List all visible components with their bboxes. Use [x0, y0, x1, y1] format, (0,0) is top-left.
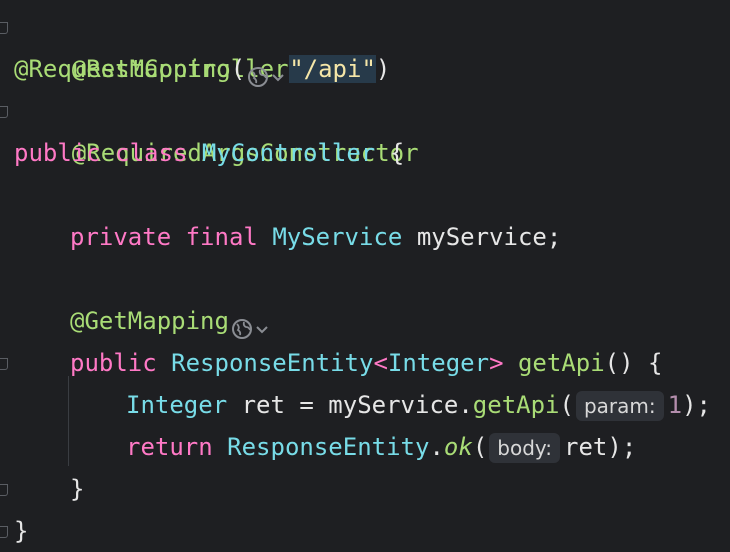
globe-icon[interactable] [247, 59, 269, 87]
chevron-down-icon[interactable] [255, 311, 269, 334]
code-line-6: private final MyService myService; [14, 216, 561, 258]
static-method[interactable]: ok [444, 433, 473, 461]
keyword-public: public [70, 349, 157, 377]
request-mapping-value[interactable]: "/api" [289, 55, 376, 83]
code-line-8: @GetMapping [14, 300, 273, 342]
paren-open: ( [559, 391, 574, 419]
paren-open: ( [230, 55, 246, 83]
chevron-down-icon[interactable] [271, 59, 285, 82]
annotation-get-mapping: @GetMapping [70, 307, 229, 335]
fold-marker[interactable] [0, 526, 8, 538]
dot: . [429, 433, 444, 461]
code-line-13: } [14, 510, 28, 552]
keyword-return: return [126, 433, 213, 461]
annotation-request-mapping: @RequestMapping [14, 55, 231, 83]
code-line-9: public ResponseEntity<Integer> getApi() … [14, 342, 662, 384]
field-name[interactable]: myService; [417, 223, 562, 251]
method-call[interactable]: getApi [473, 391, 560, 419]
gutter [0, 0, 12, 550]
generic-type[interactable]: Integer [388, 349, 489, 377]
code-line-10: Integer ret = myService.getApi(param: 1); [14, 384, 711, 426]
code-line-4: public class MyController { [14, 132, 404, 174]
keyword-public: public [14, 139, 101, 167]
generic-open: < [373, 349, 388, 377]
keyword-class: class [115, 139, 188, 167]
class-ref[interactable]: ResponseEntity [227, 433, 429, 461]
code-line-11: return ResponseEntity.ok(body: ret); [14, 426, 636, 468]
keyword-final: final [185, 223, 258, 251]
number-literal[interactable]: 1 [668, 391, 682, 419]
code-line-2: @RequestMapping( "/api") [14, 48, 390, 90]
code-line-12: } [14, 468, 84, 510]
method-name[interactable]: getApi [518, 349, 605, 377]
code-line-1: @RestController [14, 6, 289, 83]
keyword-private: private [70, 223, 172, 251]
code-line-3: @RequiredArgsConstructor [14, 90, 419, 167]
param-hint: param: [575, 391, 664, 421]
local-type[interactable]: Integer [126, 391, 227, 419]
body-hint: body: [489, 433, 561, 463]
return-type[interactable]: ResponseEntity [171, 349, 373, 377]
brace-open: { [389, 139, 405, 167]
field-type[interactable]: MyService [272, 223, 402, 251]
globe-icon[interactable] [231, 311, 253, 339]
class-name[interactable]: MyController [202, 139, 375, 167]
method-signature-rest: () { [604, 349, 663, 377]
code-editor[interactable]: @RestController @RequestMapping("/api") … [0, 0, 730, 550]
brace-close: } [70, 475, 85, 503]
fold-marker[interactable] [0, 22, 8, 34]
local-assignment[interactable]: ret = myService. [242, 391, 473, 419]
fold-marker[interactable] [0, 484, 8, 496]
generic-close: > [489, 349, 504, 377]
paren-close: ); [682, 391, 711, 419]
fold-marker[interactable] [0, 358, 8, 370]
argument[interactable]: ret); [564, 433, 636, 461]
fold-marker[interactable] [0, 106, 8, 118]
brace-close: } [14, 517, 29, 545]
paren-close: ) [375, 55, 391, 83]
paren-open: ( [472, 433, 488, 461]
